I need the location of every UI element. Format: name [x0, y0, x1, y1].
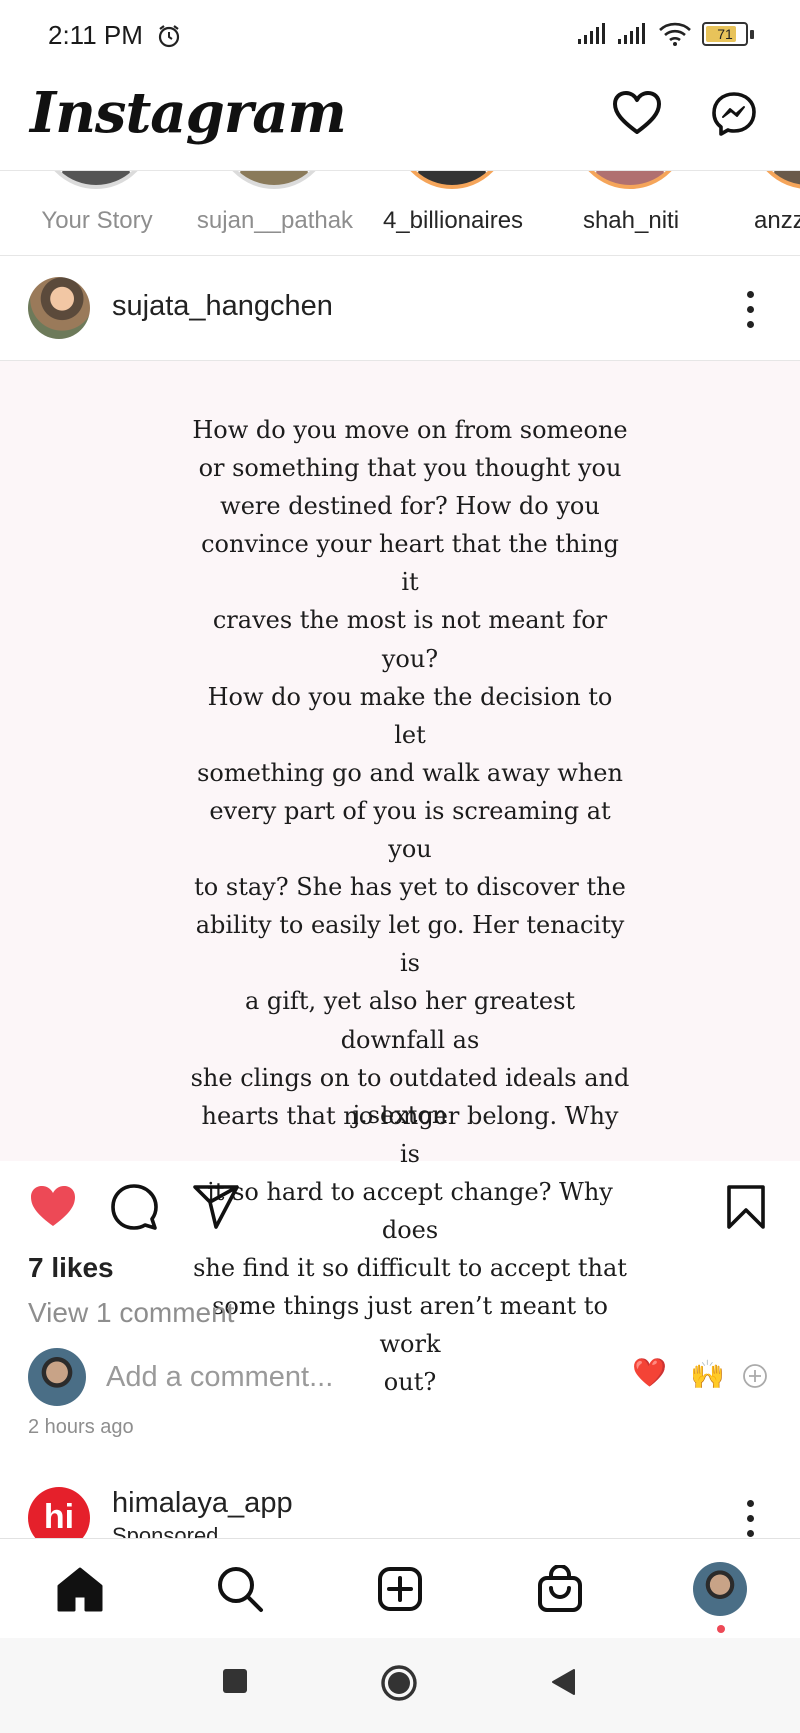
profile-avatar[interactable]: [690, 1561, 750, 1617]
post-image[interactable]: How do you move on from someone or somet…: [0, 360, 800, 1396]
story-avatar[interactable]: [217, 171, 331, 189]
post-timestamp: 2 hours ago: [28, 1416, 134, 1438]
post-options-icon[interactable]: [746, 1500, 754, 1537]
sponsor-username[interactable]: himalaya_app: [112, 1487, 293, 1520]
instagram-logo[interactable]: Instagram: [30, 80, 347, 146]
post-options-icon[interactable]: [746, 291, 754, 328]
story-label: anzz: [754, 207, 800, 234]
quote-line: to stay? She has yet to discover the: [194, 873, 626, 902]
messenger-icon[interactable]: [710, 90, 758, 143]
battery-level: 71: [717, 26, 733, 42]
quick-reaction-heart[interactable]: ❤️: [632, 1356, 667, 1389]
view-comments-link[interactable]: View 1 comment: [28, 1297, 234, 1329]
quote-line: she find it so difficult to accept that: [193, 1254, 627, 1283]
wifi-icon: [659, 22, 691, 46]
quote-line: it so hard to accept change? Why does: [207, 1177, 613, 1244]
comment-icon[interactable]: [110, 1183, 158, 1236]
quote-line: ability to easily let go. Her tenacity i…: [195, 911, 625, 978]
sponsored-label: Sponsored: [112, 1523, 219, 1539]
heart-icon[interactable]: [612, 90, 662, 141]
quote-line: or something that you thought you: [198, 454, 622, 483]
quote-line: every part of you is screaming at you: [209, 796, 611, 864]
quote-line: a gift, yet also her greatest downfall a…: [244, 987, 576, 1054]
signal-icon: [578, 23, 605, 44]
new-post-icon[interactable]: [370, 1561, 430, 1617]
battery-cap: [750, 29, 754, 39]
quote-line: some things just aren’t meant to work: [212, 1292, 608, 1359]
bottom-navigation: [0, 1538, 800, 1639]
like-icon[interactable]: [28, 1183, 78, 1234]
stories-strip[interactable]: Your Story sujan__pathak 4_billionaires …: [0, 170, 800, 256]
quote-author: j.sexton: [352, 1101, 448, 1129]
story-avatar[interactable]: [573, 171, 687, 189]
shop-icon[interactable]: [530, 1561, 590, 1617]
story-avatar[interactable]: [751, 171, 800, 189]
share-icon[interactable]: [192, 1183, 240, 1236]
quote-text: How do you move on from someone or somet…: [190, 411, 630, 1401]
back-icon[interactable]: [550, 1668, 576, 1701]
quote-line: she clings on to outdated ideals and: [190, 1063, 630, 1092]
add-reaction-icon[interactable]: [742, 1363, 768, 1394]
recent-apps-icon[interactable]: [222, 1668, 248, 1699]
story-label: 4_billionaires: [382, 207, 524, 234]
system-navigation: [0, 1638, 800, 1733]
likes-count[interactable]: 7 likes: [28, 1252, 114, 1284]
home-button-icon[interactable]: [380, 1664, 418, 1707]
quote-line: How do you make the decision to let: [207, 682, 613, 749]
quick-reaction-hands[interactable]: 🙌: [690, 1358, 725, 1391]
story-label: Your Story: [41, 207, 153, 234]
search-icon[interactable]: [210, 1561, 270, 1617]
home-icon[interactable]: [50, 1561, 110, 1617]
status-time: 2:11 PM: [48, 20, 143, 50]
post-username[interactable]: sujata_hangchen: [112, 290, 333, 323]
add-comment-input[interactable]: Add a comment...: [106, 1361, 333, 1394]
signal-icon: [618, 23, 645, 44]
post-author-avatar[interactable]: [28, 277, 90, 339]
save-icon[interactable]: [726, 1184, 766, 1235]
quote-line: How do you move on from someone: [192, 416, 628, 444]
battery-icon: 71: [702, 22, 748, 46]
story-label: shah_niti: [582, 207, 680, 234]
alarm-icon: [156, 23, 182, 54]
story-avatar[interactable]: [395, 171, 509, 189]
quote-line: something go and walk away when: [197, 758, 623, 787]
quote-line: were destined for? How do you: [220, 492, 600, 521]
current-user-avatar: [28, 1348, 86, 1406]
quote-line: convince your heart that the thing it: [201, 530, 619, 597]
quote-line: craves the most is not meant for you?: [212, 606, 608, 673]
story-label: sujan__pathak: [196, 207, 354, 234]
story-avatar[interactable]: [39, 171, 153, 189]
status-icons: 71: [578, 22, 754, 46]
notification-dot: [717, 1625, 725, 1633]
